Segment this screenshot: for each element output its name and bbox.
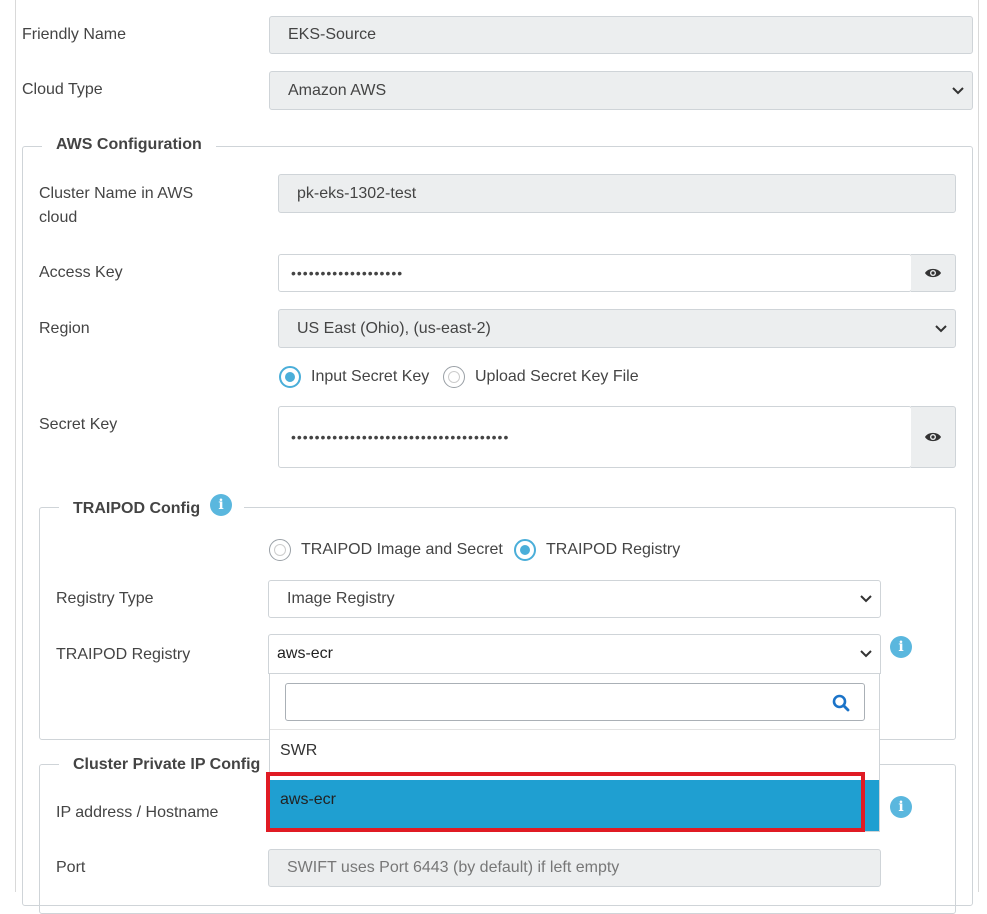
cluster-name-label-cont: cloud: [39, 209, 78, 226]
traipod-image-secret-label: TRAIPOD Image and Secret: [301, 541, 503, 558]
traipod-registry-label: TRAIPOD Registry: [56, 646, 191, 663]
input-secret-key-radio[interactable]: [279, 366, 301, 388]
access-key-label: Access Key: [39, 264, 123, 281]
dropdown-option-swr[interactable]: SWR: [280, 740, 317, 762]
traipod-registry-select[interactable]: aws-ecr: [268, 634, 881, 674]
secret-key-label: Secret Key: [39, 416, 118, 433]
cluster-name-input[interactable]: pk-eks-1302-test: [278, 174, 956, 213]
cloud-type-label: Cloud Type: [22, 81, 103, 98]
chevron-down-icon: [860, 650, 872, 658]
traipod-registry-radio[interactable]: [514, 539, 536, 561]
region-label: Region: [39, 320, 90, 337]
port-label: Port: [56, 859, 86, 876]
ip-address-label: IP address / Hostname: [56, 804, 219, 821]
info-icon[interactable]: i: [890, 796, 912, 818]
friendly-name-input[interactable]: EKS-Source: [269, 16, 973, 54]
access-key-value: •••••••••••••••••••: [291, 265, 404, 281]
info-icon[interactable]: i: [890, 636, 912, 658]
port-placeholder: SWIFT uses Port 6443 (by default) if lef…: [287, 859, 620, 876]
info-icon[interactable]: i: [210, 494, 232, 516]
secret-key-toggle-button[interactable]: [911, 406, 956, 468]
cluster-name-value: pk-eks-1302-test: [297, 184, 417, 202]
port-input[interactable]: SWIFT uses Port 6443 (by default) if lef…: [268, 849, 881, 887]
chevron-down-icon: [860, 595, 872, 603]
access-key-input[interactable]: •••••••••••••••••••: [278, 254, 912, 292]
secret-key-input[interactable]: •••••••••••••••••••••••••••••••••••••: [278, 406, 912, 468]
aws-configuration-legend: AWS Configuration: [42, 133, 216, 157]
traipod-image-secret-radio[interactable]: [269, 539, 291, 561]
page-border: [978, 0, 979, 892]
eye-icon: [925, 432, 941, 442]
cluster-private-ip-legend: Cluster Private IP Config: [59, 753, 275, 777]
chevron-down-icon: [935, 324, 947, 332]
registry-type-label: Registry Type: [56, 590, 154, 607]
registry-type-value: Image Registry: [287, 590, 395, 607]
eye-icon: [925, 268, 941, 278]
dropdown-search-input[interactable]: [285, 683, 865, 721]
upload-secret-key-radio[interactable]: [443, 366, 465, 388]
search-icon: [832, 694, 850, 712]
region-select[interactable]: US East (Ohio), (us-east-2): [278, 309, 956, 348]
friendly-name-value: EKS-Source: [288, 26, 377, 43]
highlight-outline: [266, 772, 865, 832]
traipod-config-title: TRAIPOD Config: [73, 500, 201, 517]
traipod-registry-radio-label: TRAIPOD Registry: [546, 541, 681, 558]
access-key-toggle-button[interactable]: [911, 254, 956, 292]
secret-key-value: •••••••••••••••••••••••••••••••••••••: [291, 429, 510, 445]
region-value: US East (Ohio), (us-east-2): [297, 319, 491, 337]
traipod-registry-value: aws-ecr: [277, 645, 334, 662]
dropdown-divider: [270, 729, 879, 730]
registry-type-select[interactable]: Image Registry: [268, 580, 881, 618]
friendly-name-label: Friendly Name: [22, 26, 127, 43]
chevron-down-icon: [952, 86, 964, 94]
upload-secret-key-label: Upload Secret Key File: [475, 368, 639, 385]
cluster-name-label: Cluster Name in AWS: [39, 185, 194, 202]
cloud-type-select[interactable]: Amazon AWS: [269, 71, 973, 110]
input-secret-key-label: Input Secret Key: [311, 368, 430, 385]
page-border: [15, 0, 16, 892]
cloud-type-value: Amazon AWS: [288, 81, 387, 99]
